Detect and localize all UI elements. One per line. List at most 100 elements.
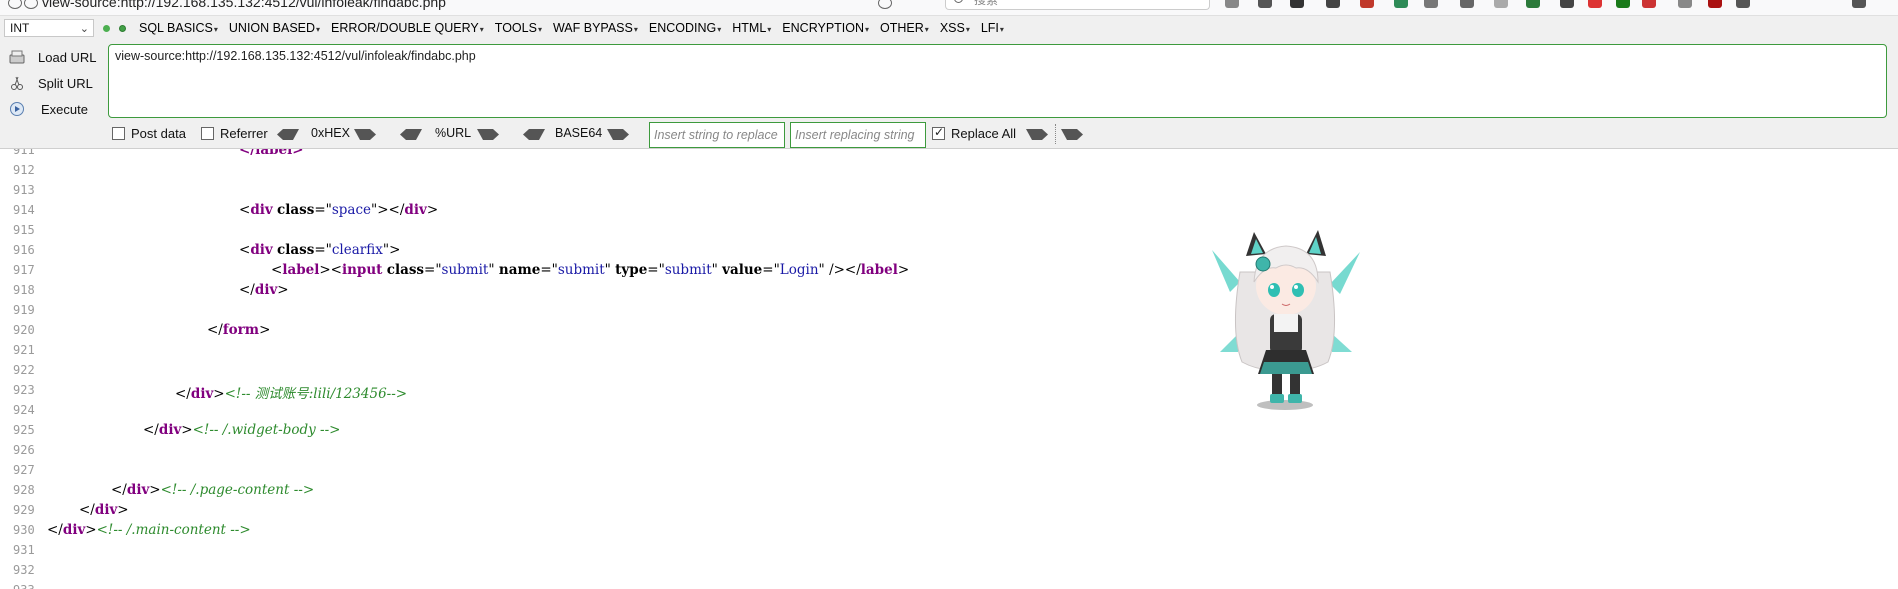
extension-icon[interactable] [1394,0,1408,8]
extension-icon[interactable] [1708,0,1722,8]
split-url-label: Split URL [38,75,93,91]
library-icon[interactable] [1258,0,1272,8]
arrow-right-icon[interactable] [1061,129,1083,140]
injection-type-select[interactable]: INT ⌄ [4,19,94,37]
arrow-right-icon[interactable] [477,129,499,140]
menu-icon[interactable] [1852,0,1866,8]
execute-icon [10,102,24,116]
extension-icon[interactable] [1736,0,1750,8]
enable-dot-icon[interactable] [119,25,126,32]
arrow-right-icon[interactable] [607,129,629,140]
bookmark-icon[interactable] [1225,0,1239,8]
line-number: 918 [13,283,35,297]
replace-all-label: Replace All [951,126,1017,141]
arrow-right-icon[interactable] [354,129,376,140]
reload-icon[interactable] [878,0,892,9]
menu-sql-basics[interactable]: SQL BASICS [139,21,218,35]
arrow-right-icon[interactable] [1026,129,1048,140]
source-line: 930 </div><!-- /.main-content --> [0,521,1898,541]
url-textarea[interactable]: view-source:http://192.168.135.132:4512/… [108,44,1887,118]
source-line: 933 [0,581,1898,589]
menu-union-based[interactable]: UNION BASED [229,21,320,35]
address-bar[interactable]: view-source:http://192.168.135.132:4512/… [42,0,446,10]
replace-string-input[interactable]: Insert string to replace [649,122,785,148]
code-text: <label><input class="submit" name="submi… [271,262,910,278]
source-line: 917 <label><input class="submit" name="s… [0,261,1898,281]
source-line: 915 [0,221,1898,241]
extension-icon[interactable] [1616,0,1630,8]
source-line: 913 [0,181,1898,201]
menu-encryption[interactable]: ENCRYPTION [782,21,869,35]
load-url-button[interactable]: Load URL [0,44,108,70]
execute-label: Execute [41,101,88,117]
code-text: </label> [239,149,304,158]
replacing-string-input[interactable]: Insert replacing string [790,122,926,148]
line-number: 921 [13,343,35,357]
source-line: 922 [0,361,1898,381]
menu-html[interactable]: HTML [732,21,771,35]
status-dot-icon [103,25,110,32]
replace-all-checkbox[interactable] [932,125,945,140]
source-view: 911 </label> 912 913 914 <div class="spa… [0,149,1898,589]
extension-icon[interactable] [1678,0,1692,8]
split-url-button[interactable]: Split URL [0,70,108,96]
source-line: 931 [0,541,1898,561]
extension-icon[interactable] [1460,0,1474,8]
chevron-down-icon: ⌄ [79,23,89,35]
browser-toolbar: view-source:http://192.168.135.132:4512/… [0,0,1898,16]
extension-icon[interactable] [1424,0,1438,8]
base64-label: BASE64 [555,126,603,140]
source-line: 916 <div class="clearfix"> [0,241,1898,261]
home-icon[interactable] [1326,0,1340,8]
source-line: 919 [0,301,1898,321]
code-text: </div> [79,502,129,518]
line-number: 929 [13,503,35,517]
back-icon[interactable] [8,0,22,9]
line-number: 915 [13,223,35,237]
search-placeholder: 搜索 [974,0,999,7]
code-text: </div><!-- /.main-content --> [47,522,251,538]
extension-icon[interactable] [1494,0,1508,8]
load-url-icon [9,50,25,64]
source-line: 921 [0,341,1898,361]
info-icon[interactable] [24,0,38,9]
injection-type-value: INT [10,21,30,35]
menu-waf-bypass[interactable]: WAF BYPASS [553,21,638,35]
menu-xss[interactable]: XSS [940,21,970,35]
post-data-checkbox[interactable] [112,127,125,140]
line-number: 924 [13,403,35,417]
arrow-left-icon[interactable] [523,129,545,140]
source-line: 923 </div><!-- 测试账号:lili/123456--> [0,381,1898,402]
line-number: 914 [13,203,35,217]
source-line: 928 </div><!-- /.page-content --> [0,481,1898,501]
extension-icon[interactable] [1642,0,1656,8]
html-comment: <!-- 测试账号:lili/123456--> [224,386,408,402]
source-line: 911 </label> [0,149,1898,161]
arrow-left-icon[interactable] [400,129,422,140]
execute-button[interactable]: Execute [0,96,108,122]
menu-error-double-query[interactable]: ERROR/DOUBLE QUERY [331,21,484,35]
browser-search-box[interactable]: 搜索 [945,0,1210,10]
extension-icon[interactable] [1588,0,1602,8]
hackbar-menu: SQL BASICS UNION BASED ERROR/DOUBLE QUER… [139,21,1015,35]
code-text: </div><!-- /.page-content --> [111,482,315,498]
referrer-checkbox[interactable] [201,127,214,140]
mascot-image[interactable] [1200,222,1370,412]
source-line: 918 </div> [0,281,1898,301]
line-number: 927 [13,463,35,477]
menu-other[interactable]: OTHER [880,21,929,35]
menu-encoding[interactable]: ENCODING [649,21,721,35]
source-line: 924 [0,401,1898,421]
line-number: 911 [13,149,35,157]
arrow-left-icon[interactable] [277,129,299,140]
extension-icon[interactable] [1360,0,1374,8]
menu-lfi[interactable]: LFI [981,21,1004,35]
extension-icon[interactable] [1526,0,1540,8]
line-number: 931 [13,543,35,557]
line-number: 928 [13,483,35,497]
line-number: 912 [13,163,35,177]
source-line: 912 [0,161,1898,181]
pocket-icon[interactable] [1290,0,1304,8]
menu-tools[interactable]: TOOLS [495,21,542,35]
extension-icon[interactable] [1560,0,1574,8]
